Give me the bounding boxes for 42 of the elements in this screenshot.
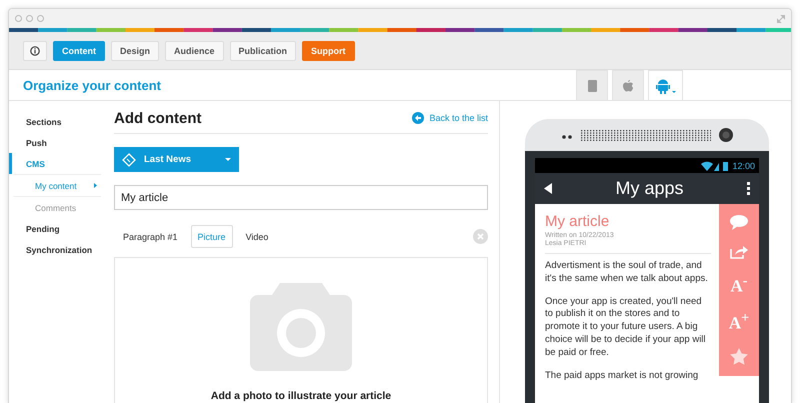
ticket-icon bbox=[122, 152, 136, 166]
platform-tab[interactable] bbox=[648, 70, 683, 100]
close-icon[interactable] bbox=[473, 229, 488, 244]
app-title: My apps bbox=[615, 178, 684, 199]
window-dots-icon bbox=[15, 15, 45, 22]
apple-icon bbox=[623, 80, 633, 92]
share-icon[interactable] bbox=[730, 244, 748, 259]
section-title: Add content bbox=[114, 110, 202, 126]
camera-icon bbox=[250, 283, 352, 371]
nav-tab[interactable]: Publication bbox=[230, 40, 296, 60]
more-icon[interactable] bbox=[747, 182, 750, 195]
camera-lens-icon bbox=[719, 128, 733, 142]
page-title: Organize your content bbox=[23, 78, 161, 92]
caret-icon bbox=[94, 183, 97, 188]
speaker-grille-icon bbox=[561, 128, 711, 142]
back-icon[interactable] bbox=[544, 183, 552, 194]
article-paragraph: Once your app is created, you'll need to publish it on the stores and to promote it to your future users. A big choice will be to decide if your app will be paid or free. bbox=[545, 296, 707, 360]
sidebar-item[interactable]: Pending bbox=[9, 218, 101, 239]
signal-icon bbox=[701, 160, 730, 170]
article-paragraph: The paid apps market is not growing bbox=[545, 370, 700, 382]
caret-icon bbox=[225, 158, 231, 161]
platform-tab[interactable] bbox=[612, 70, 644, 100]
sidebar-item[interactable]: Synchronization bbox=[9, 239, 101, 260]
back-arrow-icon bbox=[412, 112, 424, 124]
info-button[interactable] bbox=[23, 40, 47, 60]
sidebar-item[interactable]: Sections bbox=[9, 111, 101, 132]
tablet-icon bbox=[588, 80, 596, 92]
speech-bubble-icon[interactable] bbox=[730, 214, 748, 230]
platform-tab[interactable] bbox=[576, 70, 608, 100]
nav-tab[interactable]: Audience bbox=[165, 40, 224, 60]
title-field[interactable]: My article bbox=[114, 185, 488, 210]
star-icon[interactable] bbox=[730, 348, 748, 366]
status-time: 12:00 bbox=[732, 160, 755, 170]
article-title: My article bbox=[545, 213, 610, 230]
photo-dropzone[interactable]: Add a photo to illustrate your article bbox=[114, 257, 488, 403]
nav-tab[interactable]: Design bbox=[111, 40, 160, 60]
dropzone-text: Add a photo to illustrate your article bbox=[210, 390, 392, 402]
info-icon bbox=[30, 46, 40, 56]
android-icon bbox=[656, 78, 676, 94]
expand-icon[interactable] bbox=[777, 14, 785, 22]
article-paragraph: Advertisment is the soul of trade, and it's the same when we talk about apps. bbox=[545, 260, 709, 286]
sidebar-item[interactable]: Push bbox=[9, 132, 101, 153]
